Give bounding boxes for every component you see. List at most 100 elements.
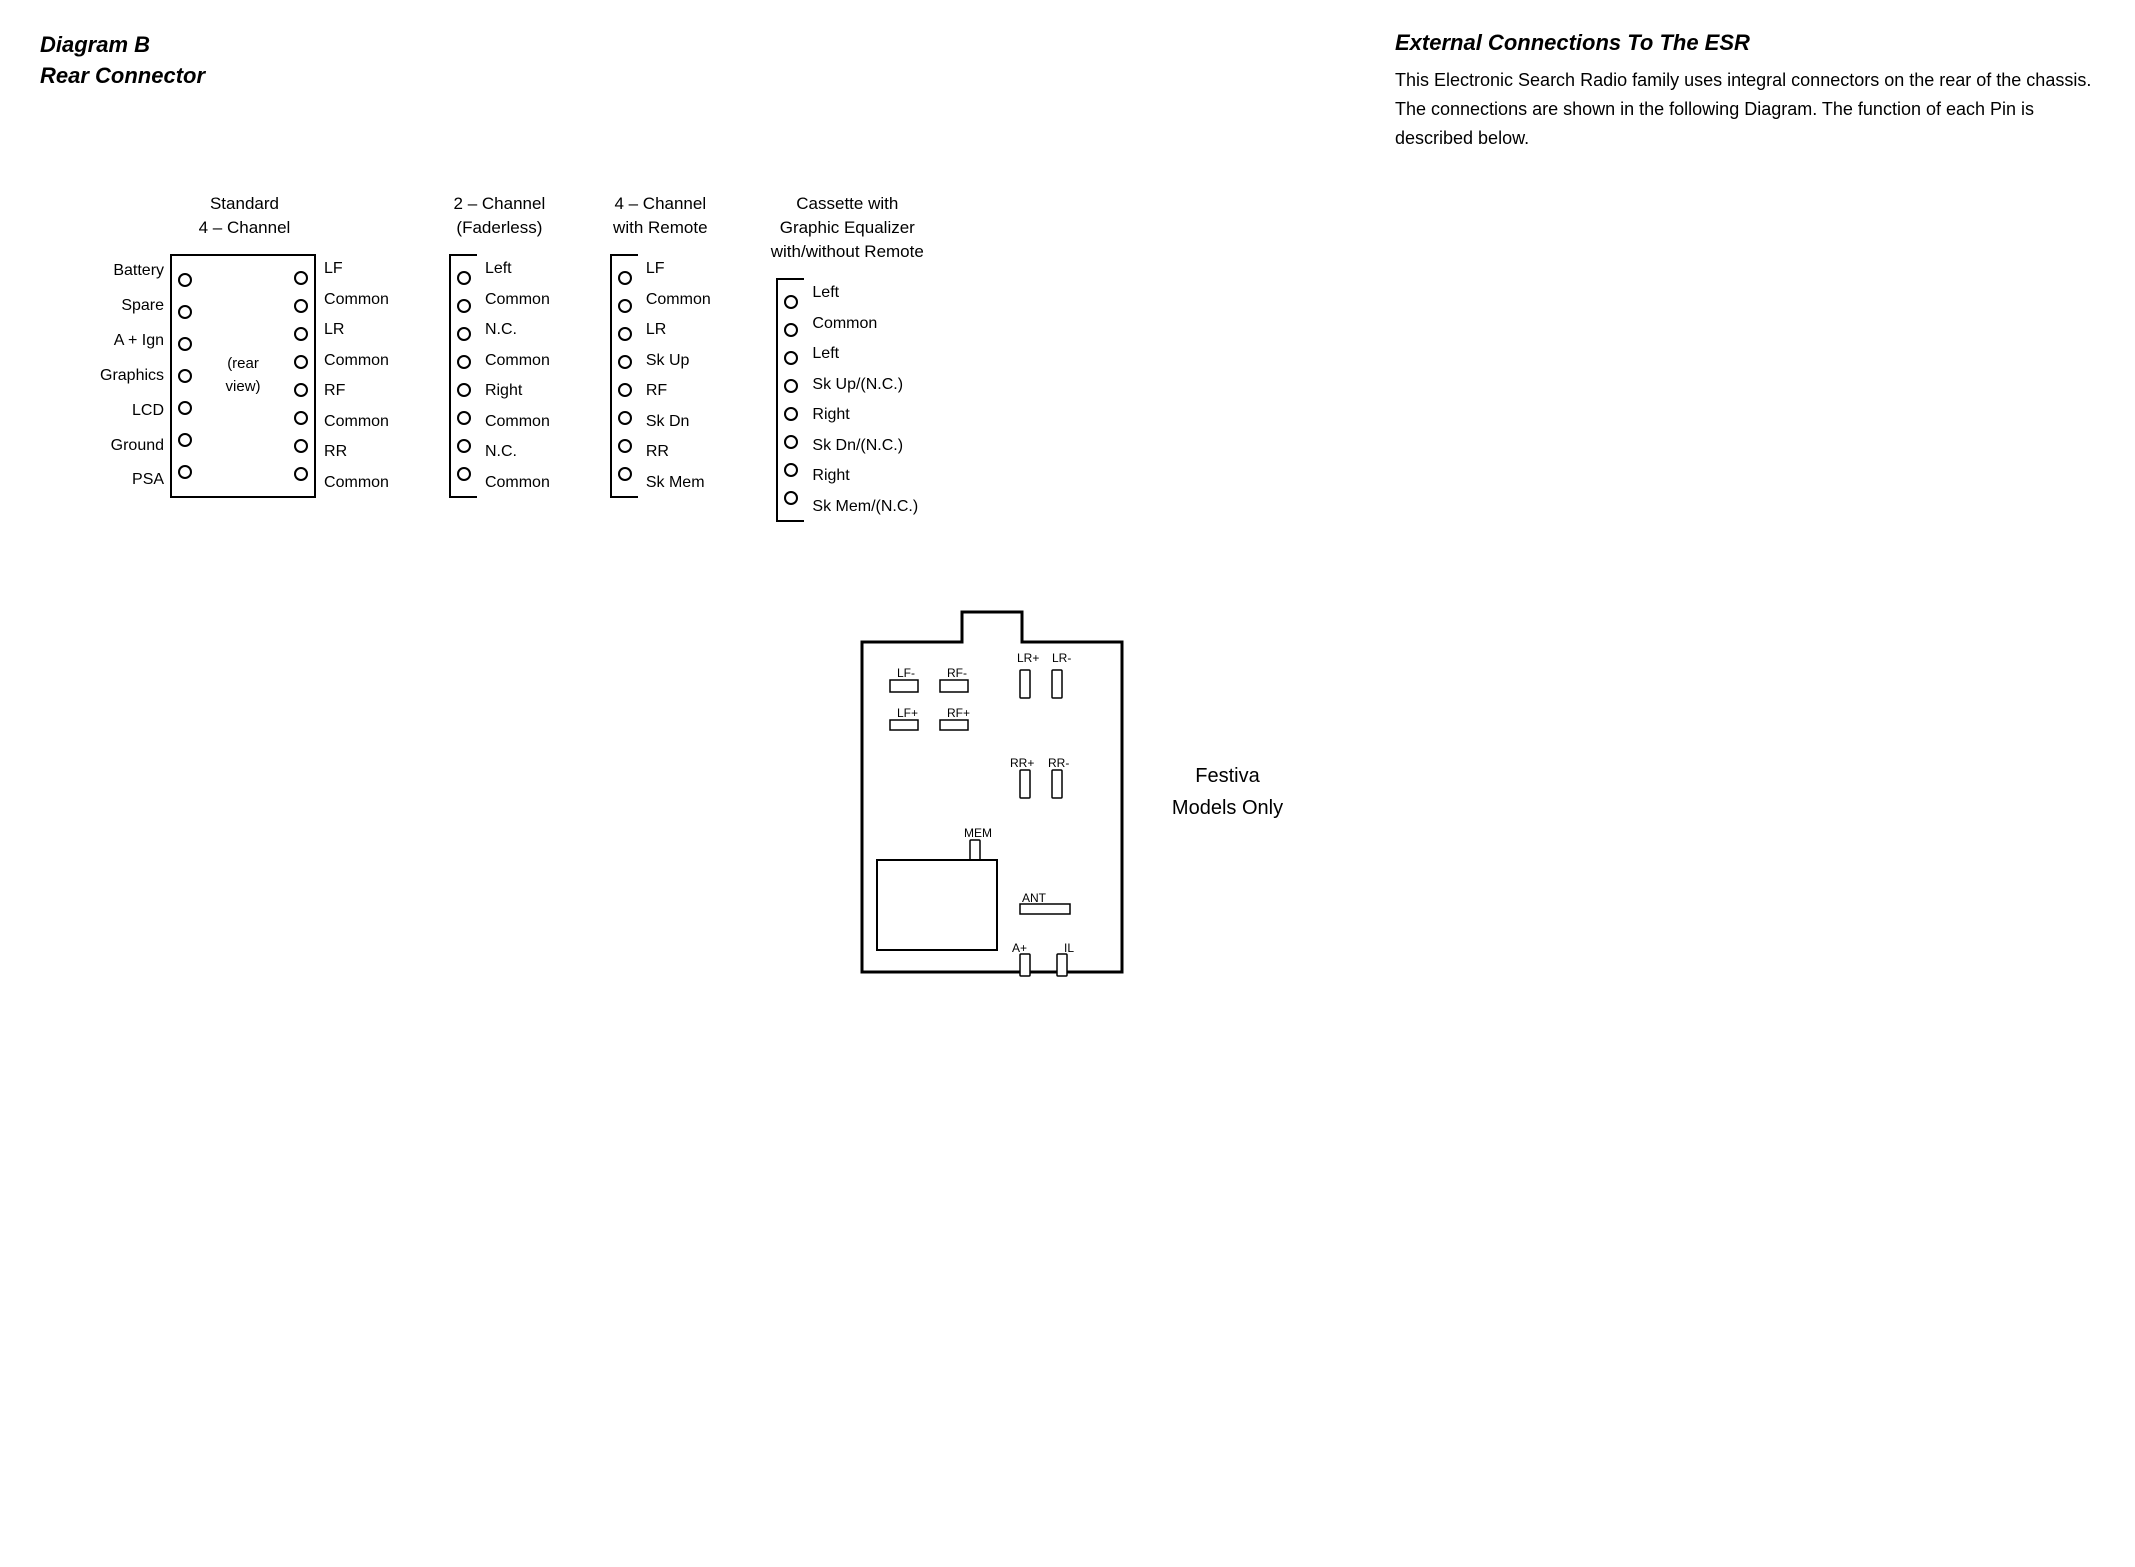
ext-connections-title: External Connections To The ESR (1395, 30, 2095, 56)
pin-circle (178, 305, 192, 319)
label-ground: Ground (111, 432, 164, 460)
pin-circle (294, 299, 308, 313)
label-rf: RF (324, 377, 345, 405)
right-labels-4ch-remote: LF Common LR Sk Up RF Sk Dn RR Sk Mem (638, 254, 711, 498)
label-right1: Right (485, 377, 522, 405)
pin-circle (618, 327, 632, 341)
diagram-title: Diagram B Rear Connector (40, 30, 205, 92)
connector-2ch: 2 – Channel (Faderless) Left Common N.C.… (449, 192, 550, 498)
label-left1: Left (485, 255, 512, 283)
festiva-title: Festiva Models Only (1172, 760, 1283, 824)
bottom-section: LF- RF- LR+ LR- LF+ RF+ (40, 602, 2095, 982)
label-common1: Common (324, 286, 389, 314)
label-spare: Spare (121, 292, 164, 320)
pin-circle (457, 467, 471, 481)
pin-circle (457, 439, 471, 453)
svg-text:A+: A+ (1012, 941, 1027, 955)
pin-circle (784, 379, 798, 393)
label-graphics: Graphics (100, 362, 164, 390)
svg-text:RR+: RR+ (1010, 756, 1034, 770)
label-nc2: N.C. (485, 438, 517, 466)
svg-text:RF-: RF- (947, 666, 967, 680)
pin-circle (457, 411, 471, 425)
pin-circle (618, 411, 632, 425)
ext-connections-text: This Electronic Search Radio family uses… (1395, 66, 2095, 152)
pin-circle (178, 273, 192, 287)
pin-circle (784, 351, 798, 365)
svg-text:LF-: LF- (897, 666, 915, 680)
label-lf: LF (324, 255, 343, 283)
pin-circle (294, 411, 308, 425)
label-common1: Common (485, 286, 550, 314)
label-common4: Common (485, 469, 550, 497)
festiva-box-wrapper: LF- RF- LR+ LR- LF+ RF+ (852, 602, 1132, 982)
label-psa: PSA (132, 466, 164, 494)
page-header: Diagram B Rear Connector External Connec… (40, 30, 2095, 152)
label-a-ign: A + Ign (114, 327, 164, 355)
label-nc1: N.C. (485, 316, 517, 344)
pin-circle (784, 491, 798, 505)
pin-circle (457, 299, 471, 313)
pins-2ch (449, 254, 477, 498)
pin-circle (618, 271, 632, 285)
pin-circle (618, 439, 632, 453)
connector-4ch-remote-box: LF Common LR Sk Up RF Sk Dn RR Sk Mem (610, 254, 711, 498)
connector-cassette-box: Left Common Left Sk Up/(N.C.) Right Sk D… (776, 278, 918, 522)
right-pins (288, 254, 316, 498)
right-labels-cassette: Left Common Left Sk Up/(N.C.) Right Sk D… (804, 278, 918, 522)
pin-circle (294, 355, 308, 369)
pins-4ch-remote (610, 254, 638, 498)
pin-circle (457, 271, 471, 285)
pin-circle (178, 337, 192, 351)
festiva-svg: LF- RF- LR+ LR- LF+ RF+ (852, 602, 1132, 982)
label-common2: Common (485, 347, 550, 375)
pin-circle (784, 295, 798, 309)
pin-circle (618, 467, 632, 481)
right-labels-std: LF Common LR Common RF Common RR Common (316, 254, 389, 498)
connector-2ch-title: 2 – Channel (Faderless) (454, 192, 546, 240)
right-labels-2ch: Left Common N.C. Common Right Common N.C… (477, 254, 550, 498)
pin-circle (784, 407, 798, 421)
label-common3: Common (324, 408, 389, 436)
svg-text:IL: IL (1064, 941, 1074, 955)
pin-circle (784, 323, 798, 337)
pin-circle (618, 299, 632, 313)
connector-4ch-remote: 4 – Channel with Remote LF Common LR Sk … (610, 192, 711, 498)
label-lcd: LCD (132, 397, 164, 425)
pin-circle (784, 463, 798, 477)
pin-circle (294, 327, 308, 341)
left-pins (170, 254, 198, 498)
label-common3: Common (485, 408, 550, 436)
connector-cassette-title: Cassette with Graphic Equalizer with/wit… (771, 192, 924, 263)
svg-text:LF+: LF+ (897, 706, 918, 720)
festiva-diagram: LF- RF- LR+ LR- LF+ RF+ (852, 602, 1283, 982)
svg-text:ANT: ANT (1022, 891, 1047, 905)
ext-connections: External Connections To The ESR This Ele… (1395, 30, 2095, 152)
pin-circle (294, 271, 308, 285)
pin-circle (294, 439, 308, 453)
pin-circle (178, 401, 192, 415)
svg-text:LR-: LR- (1052, 651, 1071, 665)
label-rr: RR (324, 438, 347, 466)
pin-circle (457, 383, 471, 397)
left-labels: Battery Spare A + Ign Graphics LCD Groun… (100, 254, 170, 498)
center-note: (rear view) (198, 254, 288, 498)
pin-circle (178, 465, 192, 479)
connector-2ch-box: Left Common N.C. Common Right Common N.C… (449, 254, 550, 498)
pin-circle (294, 467, 308, 481)
pin-circle (457, 355, 471, 369)
pin-circle (618, 355, 632, 369)
connector-standard-title: Standard 4 – Channel (199, 192, 291, 240)
connector-standard-box: Battery Spare A + Ign Graphics LCD Groun… (100, 254, 389, 498)
connector-cassette: Cassette with Graphic Equalizer with/wit… (771, 192, 924, 521)
label-lr: LR (324, 316, 344, 344)
pins-cassette (776, 278, 804, 522)
svg-text:RR-: RR- (1048, 756, 1069, 770)
pin-circle (178, 433, 192, 447)
pin-circle (294, 383, 308, 397)
label-common4: Common (324, 469, 389, 497)
pin-circle (784, 435, 798, 449)
pin-circle (618, 383, 632, 397)
svg-text:RF+: RF+ (947, 706, 970, 720)
svg-text:LR+: LR+ (1017, 651, 1039, 665)
